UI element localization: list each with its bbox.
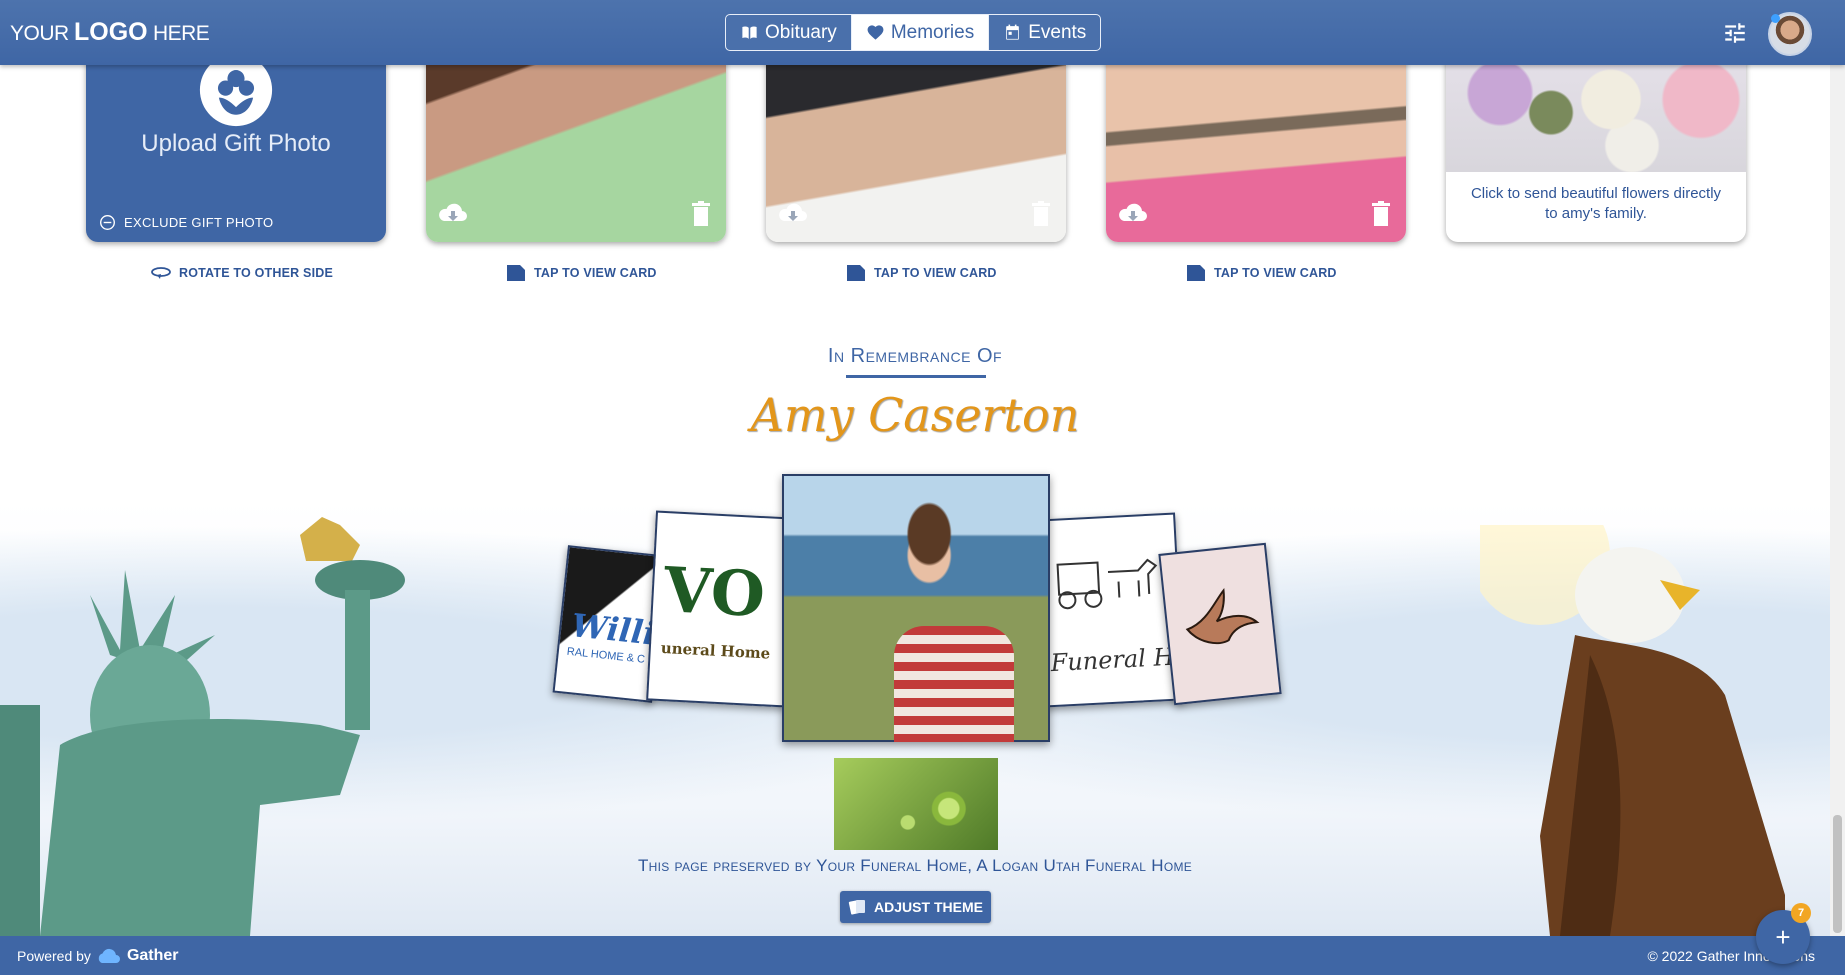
deceased-name: Amy Caserton — [750, 388, 1080, 442]
page-tabs: Obituary Memories Events — [725, 14, 1102, 51]
tab-obituary[interactable]: Obituary — [726, 15, 852, 50]
minus-circle-icon — [100, 215, 115, 230]
exclude-gift-photo-button[interactable]: EXCLUDE GIFT PHOTO — [99, 214, 273, 231]
memory-photo-card[interactable] — [1106, 40, 1406, 242]
logo[interactable]: YOUR LOGO HERE — [10, 18, 210, 47]
card-icon — [1187, 265, 1205, 281]
send-flowers-text: Click to send beautiful flowers directly… — [1470, 185, 1722, 222]
footer: Powered by Gather © 2022 Gather Innovati… — [0, 936, 1845, 975]
card-icon — [847, 265, 865, 281]
featured-photo-detail — [894, 626, 1014, 742]
calendar-icon — [1006, 24, 1020, 40]
trash-icon[interactable] — [1371, 201, 1391, 227]
card-icon — [507, 265, 525, 281]
notification-badge: 7 — [1791, 903, 1811, 923]
carousel-funeral-logo-3[interactable]: Funeral H — [1035, 512, 1185, 708]
preserved-by-text: This page preserved by Your Funeral Home… — [637, 856, 1193, 875]
scrollbar-thumb[interactable] — [1833, 815, 1842, 933]
rotate-to-other-side-button[interactable]: ROTATE TO OTHER SIDE — [151, 264, 333, 282]
tap-to-view-card-button[interactable]: TAP TO VIEW CARD — [1186, 264, 1337, 282]
memory-photo-card[interactable] — [426, 40, 726, 242]
horse-carriage-image — [1056, 558, 1158, 610]
cloud-download-icon[interactable] — [1118, 201, 1148, 227]
tune-settings-icon[interactable] — [1722, 20, 1748, 46]
upload-gift-photo-card[interactable]: Upload Gift Photo EXCLUDE GIFT PHOTO — [86, 40, 386, 242]
top-bar: YOUR LOGO HERE Obituary Memories Events — [0, 0, 1845, 65]
notification-dot — [1771, 14, 1780, 23]
heading-underline — [846, 375, 986, 378]
cards-icon — [848, 900, 866, 915]
tap-to-view-card-button[interactable]: TAP TO VIEW CARD — [506, 264, 657, 282]
theme-thumbnail-image[interactable] — [834, 758, 998, 850]
carousel-dove-logo[interactable] — [1158, 542, 1282, 706]
memory-photo-card[interactable] — [766, 40, 1066, 242]
cloud-download-icon[interactable] — [438, 201, 468, 227]
rotate-icon — [151, 267, 171, 279]
carousel-featured-photo[interactable] — [782, 474, 1050, 742]
tab-memories[interactable]: Memories — [851, 15, 990, 50]
adjust-theme-button[interactable]: ADJUST THEME — [840, 891, 991, 923]
powered-by-gather[interactable]: Powered by Gather — [17, 947, 179, 965]
trash-icon[interactable] — [1031, 201, 1051, 227]
upload-gift-photo-label: Upload Gift Photo — [141, 130, 331, 157]
remembrance-heading: In Remembrance Of — [827, 345, 1003, 367]
cloud-download-icon[interactable] — [778, 201, 808, 227]
heart-icon — [867, 25, 884, 40]
trash-icon[interactable] — [691, 201, 711, 227]
send-flowers-card[interactable]: Click to send beautiful flowers directly… — [1446, 40, 1746, 242]
book-icon — [742, 26, 757, 39]
cloud-icon — [98, 948, 120, 963]
carousel-funeral-logo-2[interactable]: VO uneral Home — [646, 510, 796, 708]
tab-events[interactable]: Events — [989, 15, 1100, 50]
page-scrollbar[interactable] — [1830, 65, 1845, 936]
tap-to-view-card-button[interactable]: TAP TO VIEW CARD — [846, 264, 997, 282]
dove-image — [1185, 587, 1260, 645]
